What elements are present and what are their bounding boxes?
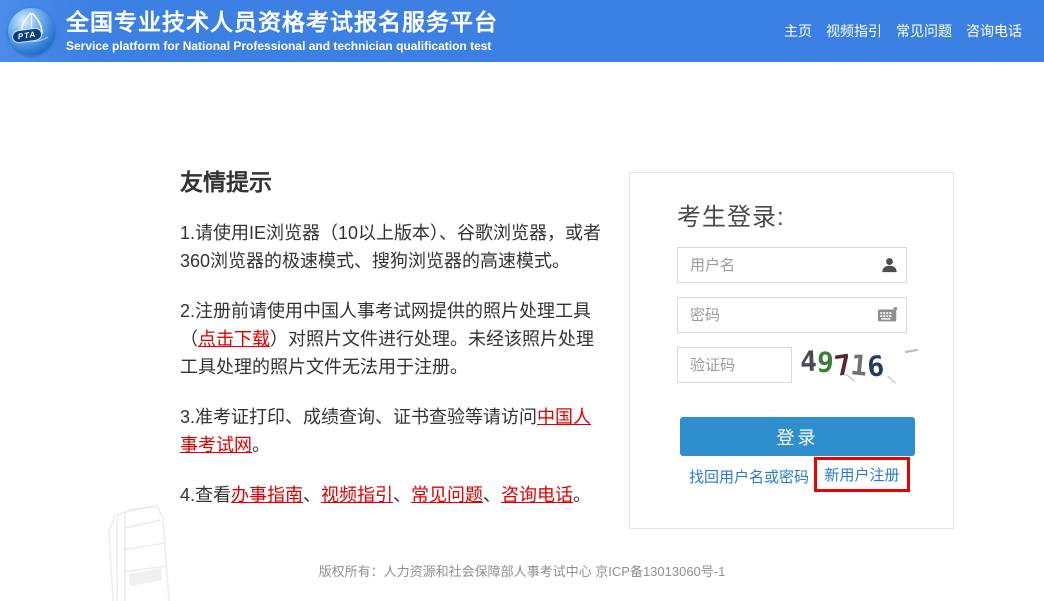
password-field xyxy=(677,297,907,333)
tip-cpta-site: 3.准考证打印、成绩查询、证书查验等请访问中国人事考试网。 xyxy=(180,403,606,459)
phone-link[interactable]: 咨询电话 xyxy=(501,485,573,505)
keyboard-icon xyxy=(877,307,899,324)
header: PTA 全国专业技术人员资格考试报名服务平台 Service platform … xyxy=(0,0,1044,62)
guide-link[interactable]: 办事指南 xyxy=(231,485,303,505)
building-watermark xyxy=(108,505,170,601)
tip-text: 、 xyxy=(303,485,322,505)
tip-text: 、 xyxy=(483,485,502,505)
username-field xyxy=(677,247,907,283)
tip-text: 。 xyxy=(573,485,592,505)
captcha-noise-line xyxy=(887,375,896,384)
login-button[interactable]: 登录 xyxy=(680,417,915,456)
captcha-noise-line xyxy=(904,348,919,354)
nav-video-guide[interactable]: 视频指引 xyxy=(826,21,882,41)
pta-logo-icon: PTA xyxy=(8,7,55,55)
site-subtitle: Service platform for National Profession… xyxy=(66,39,492,54)
tips-heading: 友情提示 xyxy=(180,169,272,195)
captcha-image[interactable]: 4 9 7 1 6 xyxy=(799,344,919,385)
tip-browser: 1.请使用IE浏览器（10以上版本）、谷歌浏览器，或者360浏览器的极速模式、搜… xyxy=(180,219,606,275)
captcha-digits: 4 9 7 1 6 xyxy=(799,344,885,384)
copyright-text: 版权所有：人力资源和社会保障部人事考试中心 京ICP备13013060号-1 xyxy=(318,564,726,579)
captcha-digit: 4 xyxy=(799,344,818,379)
new-user-register-link[interactable]: 新用户注册 xyxy=(824,464,899,485)
nav-contact-phone[interactable]: 咨询电话 xyxy=(966,21,1022,41)
nav-home[interactable]: 主页 xyxy=(784,21,812,41)
video-guide-link[interactable]: 视频指引 xyxy=(321,485,393,505)
tip-photo-tool: 2.注册前请使用中国人事考试网提供的照片处理工具（点击下载）对照片文件进行处理。… xyxy=(180,297,606,381)
tip-text: 。 xyxy=(252,435,270,455)
page: PTA 全国专业技术人员资格考试报名服务平台 Service platform … xyxy=(0,0,1044,601)
captcha-field xyxy=(677,347,792,383)
register-highlight-annotation: 新用户注册 xyxy=(814,457,910,492)
friendly-tips-section: 友情提示 1.请使用IE浏览器（10以上版本）、谷歌浏览器，或者360浏览器的极… xyxy=(180,163,606,509)
site-title: 全国专业技术人员资格考试报名服务平台 xyxy=(66,8,498,35)
tip-text: 、 xyxy=(393,485,412,505)
top-nav: 主页 视频指引 常见问题 咨询电话 xyxy=(784,21,1044,41)
download-photo-tool-link[interactable]: 点击下载 xyxy=(198,329,270,349)
nav-faq[interactable]: 常见问题 xyxy=(896,21,952,41)
password-input[interactable] xyxy=(677,297,907,333)
forgot-username-password-link[interactable]: 找回用户名或密码 xyxy=(689,466,809,487)
captcha-input[interactable] xyxy=(677,347,792,383)
tip-text: 1.请使用IE浏览器（10以上版本）、谷歌浏览器，或者360浏览器的极速模式、搜… xyxy=(180,223,602,271)
footer: 版权所有：人力资源和社会保障部人事考试中心 京ICP备13013060号-1 xyxy=(0,561,1044,580)
login-panel: 考生登录: 4 9 7 1 6 xyxy=(629,172,954,529)
user-icon xyxy=(880,256,899,275)
tip-text: 3.准考证打印、成绩查询、证书查验等请访问 xyxy=(180,407,538,427)
faq-link[interactable]: 常见问题 xyxy=(411,485,483,505)
tip-see-also: 4.查看办事指南、视频指引、常见问题、咨询电话。 xyxy=(180,481,606,509)
header-titles: 全国专业技术人员资格考试报名服务平台 Service platform for … xyxy=(66,9,498,53)
username-input[interactable] xyxy=(677,247,907,283)
captcha-digit: 6 xyxy=(866,349,886,384)
login-heading: 考生登录: xyxy=(677,204,785,231)
